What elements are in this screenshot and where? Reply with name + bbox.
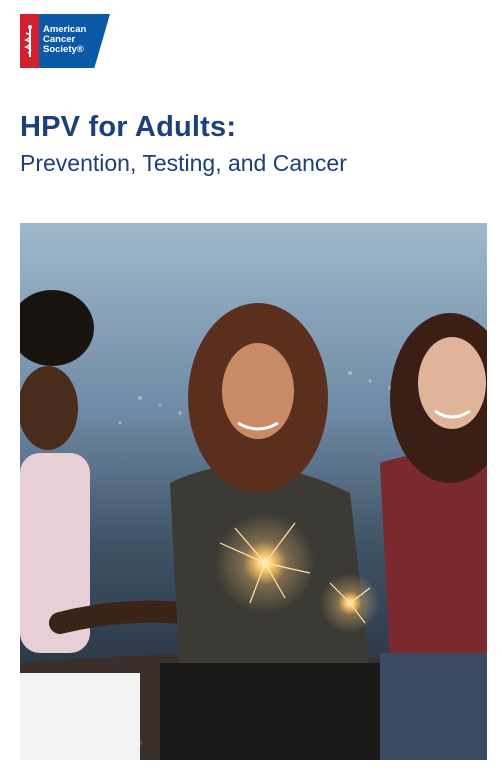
person-right [380, 313, 487, 760]
american-cancer-society-logo[interactable]: American Cancer Society® [20, 14, 110, 68]
page-subtitle: Prevention, Testing, and Cancer [20, 150, 347, 176]
logo-line-3: Society® [43, 44, 84, 55]
caduceus-icon [20, 14, 39, 68]
logo-wordmark: American Cancer Society® [39, 14, 110, 68]
page-title: HPV for Adults: [20, 111, 237, 143]
cover-photo [20, 223, 487, 760]
